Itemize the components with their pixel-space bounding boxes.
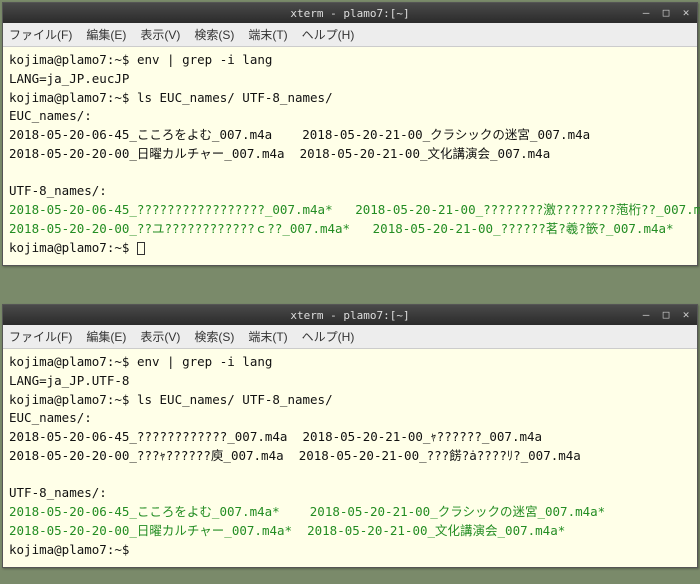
prompt: kojima@plamo7:~$ bbox=[9, 240, 137, 255]
prompt: kojima@plamo7:~$ bbox=[9, 542, 137, 557]
file-entry-exec: 2018-05-20-20-00_??ユ????????????ｃ??_007.… bbox=[9, 221, 373, 236]
euc-header: EUC_names/: bbox=[9, 108, 92, 123]
menu-view[interactable]: 表示(V) bbox=[140, 328, 180, 345]
file-entry: 2018-05-20-20-00_???ｬ??????庾_007.m4a bbox=[9, 448, 299, 463]
window-buttons: – □ ✕ bbox=[639, 308, 693, 322]
titlebar[interactable]: xterm - plamo7:[~] – □ ✕ bbox=[3, 305, 697, 325]
menu-help[interactable]: ヘルプ(H) bbox=[302, 328, 355, 345]
menu-edit[interactable]: 編集(E) bbox=[86, 328, 126, 345]
file-entry-exec: 2018-05-20-21-00_????????激????????萢桁??_0… bbox=[355, 202, 700, 217]
xterm-window-2: xterm - plamo7:[~] – □ ✕ ファイル(F) 編集(E) 表… bbox=[2, 304, 698, 568]
close-icon[interactable]: ✕ bbox=[679, 308, 693, 322]
menu-file[interactable]: ファイル(F) bbox=[9, 26, 72, 43]
menu-bar: ファイル(F) 編集(E) 表示(V) 検索(S) 端末(T) ヘルプ(H) bbox=[3, 23, 697, 47]
file-entry-exec: 2018-05-20-06-45_こころをよむ_007.m4a* bbox=[9, 504, 310, 519]
titlebar[interactable]: xterm - plamo7:[~] – □ ✕ bbox=[3, 3, 697, 23]
file-entry: 2018-05-20-20-00_日曜カルチャー_007.m4a bbox=[9, 146, 300, 161]
close-icon[interactable]: ✕ bbox=[679, 6, 693, 20]
maximize-icon[interactable]: □ bbox=[659, 308, 673, 322]
cmd-ls: ls EUC_names/ UTF-8_names/ bbox=[137, 90, 333, 105]
prompt: kojima@plamo7:~$ bbox=[9, 90, 137, 105]
cmd-ls: ls EUC_names/ UTF-8_names/ bbox=[137, 392, 333, 407]
blank-line bbox=[9, 467, 17, 482]
menu-bar: ファイル(F) 編集(E) 表示(V) 検索(S) 端末(T) ヘルプ(H) bbox=[3, 325, 697, 349]
file-entry: 2018-05-20-06-45_こころをよむ_007.m4a bbox=[9, 127, 302, 142]
file-entry-exec: 2018-05-20-21-00_クラシックの迷宮_007.m4a* bbox=[310, 504, 605, 519]
utf-header: UTF-8_names/: bbox=[9, 485, 107, 500]
blank-line bbox=[9, 165, 17, 180]
file-entry-exec: 2018-05-20-21-00_??????茗?羲?篏?_007.m4a* bbox=[373, 221, 674, 236]
window-title: xterm - plamo7:[~] bbox=[290, 7, 409, 20]
cmd-env: env | grep -i lang bbox=[137, 52, 272, 67]
file-entry: 2018-05-20-21-00_???餝?ȧ????ﾘ?_007.m4a bbox=[299, 448, 581, 463]
terminal-output[interactable]: kojima@plamo7:~$ env | grep -i lang LANG… bbox=[3, 47, 697, 265]
menu-terminal[interactable]: 端末(T) bbox=[248, 26, 287, 43]
menu-view[interactable]: 表示(V) bbox=[140, 26, 180, 43]
minimize-icon[interactable]: – bbox=[639, 6, 653, 20]
menu-edit[interactable]: 編集(E) bbox=[86, 26, 126, 43]
file-entry-exec: 2018-05-20-06-45_?????????????????_007.m… bbox=[9, 202, 355, 217]
cursor-icon bbox=[137, 242, 145, 255]
file-entry: 2018-05-20-21-00_文化講演会_007.m4a bbox=[300, 146, 551, 161]
file-entry: 2018-05-20-06-45_????????????_007.m4a bbox=[9, 429, 303, 444]
menu-terminal[interactable]: 端末(T) bbox=[248, 328, 287, 345]
output-lang: LANG=ja_JP.eucJP bbox=[9, 71, 129, 86]
file-entry-exec: 2018-05-20-21-00_文化講演会_007.m4a* bbox=[307, 523, 565, 538]
euc-header: EUC_names/: bbox=[9, 410, 92, 425]
file-entry-exec: 2018-05-20-20-00_日曜カルチャー_007.m4a* bbox=[9, 523, 307, 538]
prompt: kojima@plamo7:~$ bbox=[9, 392, 137, 407]
minimize-icon[interactable]: – bbox=[639, 308, 653, 322]
output-lang: LANG=ja_JP.UTF-8 bbox=[9, 373, 129, 388]
terminal-output[interactable]: kojima@plamo7:~$ env | grep -i lang LANG… bbox=[3, 349, 697, 567]
menu-help[interactable]: ヘルプ(H) bbox=[302, 26, 355, 43]
menu-search[interactable]: 検索(S) bbox=[194, 328, 234, 345]
xterm-window-1: xterm - plamo7:[~] – □ ✕ ファイル(F) 編集(E) 表… bbox=[2, 2, 698, 266]
file-entry: 2018-05-20-21-00_ｬ??????_007.m4a bbox=[303, 429, 543, 444]
menu-search[interactable]: 検索(S) bbox=[194, 26, 234, 43]
window-title: xterm - plamo7:[~] bbox=[290, 309, 409, 322]
file-entry: 2018-05-20-21-00_クラシックの迷宮_007.m4a bbox=[302, 127, 590, 142]
prompt: kojima@plamo7:~$ bbox=[9, 354, 137, 369]
menu-file[interactable]: ファイル(F) bbox=[9, 328, 72, 345]
maximize-icon[interactable]: □ bbox=[659, 6, 673, 20]
cmd-env: env | grep -i lang bbox=[137, 354, 272, 369]
utf-header: UTF-8_names/: bbox=[9, 183, 107, 198]
window-buttons: – □ ✕ bbox=[639, 6, 693, 20]
prompt: kojima@plamo7:~$ bbox=[9, 52, 137, 67]
